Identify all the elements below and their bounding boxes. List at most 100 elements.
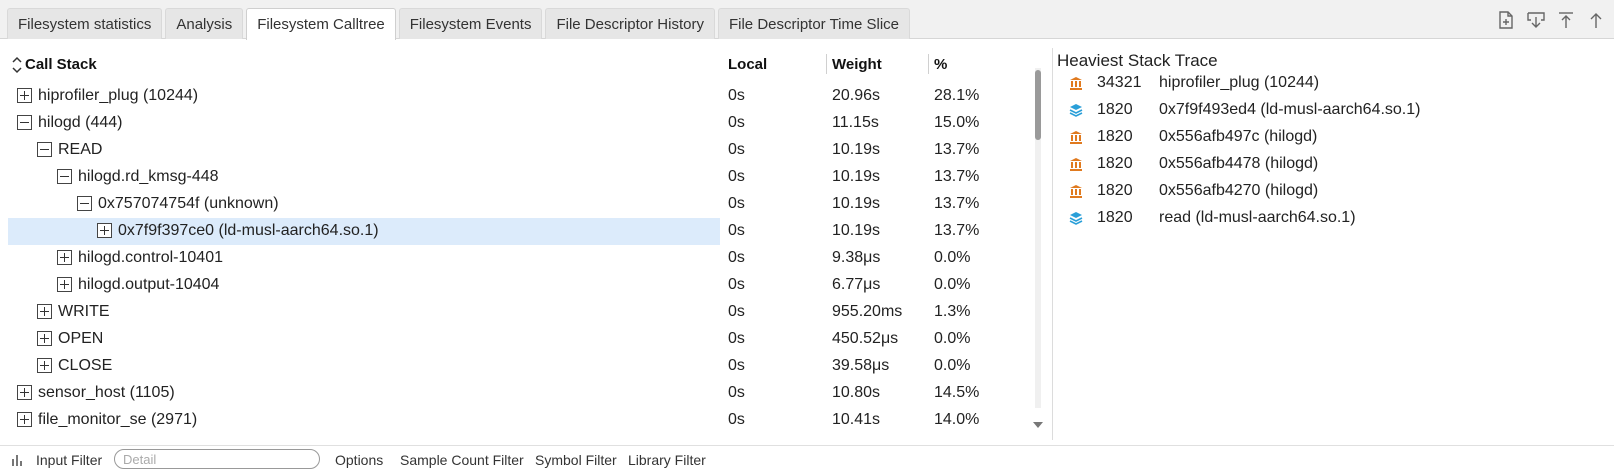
- call-stack-cell[interactable]: hilogd.rd_kmsg-448: [8, 164, 720, 191]
- calltree-header: Call Stack Local Weight %: [0, 48, 1030, 80]
- column-divider[interactable]: [826, 54, 827, 74]
- tab-analysis[interactable]: Analysis: [165, 8, 244, 39]
- percent-cell: 14.5%: [934, 384, 980, 401]
- expand-toggle-icon[interactable]: [57, 250, 72, 265]
- column-divider[interactable]: [928, 54, 929, 74]
- stack-frame-name: read (ld-musl-aarch64.so.1): [1159, 209, 1356, 226]
- export-file-icon[interactable]: [1496, 10, 1516, 30]
- call-stack-cell[interactable]: hiprofiler_plug (10244): [8, 83, 720, 110]
- collapse-toggle-icon[interactable]: [37, 142, 52, 157]
- weight-cell: 10.19s: [832, 222, 881, 239]
- detail-filter-input[interactable]: [114, 449, 320, 469]
- sample-count: 1820: [1097, 182, 1133, 199]
- table-row[interactable]: WRITE 0s 955.20ms 1.3%: [0, 299, 1030, 326]
- call-stack-cell[interactable]: hilogd.control-10401: [8, 245, 720, 272]
- expand-toggle-icon[interactable]: [17, 412, 32, 427]
- list-item[interactable]: 1820 0x7f9f493ed4 (ld-musl-aarch64.so.1): [1065, 97, 1605, 124]
- sample-count: 1820: [1097, 155, 1133, 172]
- calltree-panel: Call Stack Local Weight % hiprofiler_plu…: [0, 48, 1048, 440]
- table-row[interactable]: 0x757074754f (unknown) 0s 10.19s 13.7%: [0, 191, 1030, 218]
- expand-toggle-icon[interactable]: [37, 304, 52, 319]
- options-button[interactable]: Options: [335, 452, 383, 468]
- collapse-toggle-icon[interactable]: [57, 169, 72, 184]
- call-stack-cell[interactable]: sensor_host (1105): [8, 380, 720, 407]
- sort-icon[interactable]: [12, 56, 22, 74]
- tab-file-descriptor-time-slice[interactable]: File Descriptor Time Slice: [717, 8, 911, 39]
- local-cell: 0s: [728, 276, 745, 293]
- call-stack-cell[interactable]: OPEN: [8, 326, 720, 353]
- list-item[interactable]: 34321 hiprofiler_plug (10244): [1065, 70, 1605, 97]
- table-row[interactable]: hilogd.rd_kmsg-448 0s 10.19s 13.7%: [0, 164, 1030, 191]
- call-stack-cell[interactable]: WRITE: [8, 299, 720, 326]
- column-local[interactable]: Local: [728, 56, 767, 73]
- stack-frame-name: 0x556afb4478 (hilogd): [1159, 155, 1319, 172]
- panel-divider[interactable]: [1052, 48, 1053, 440]
- expand-toggle-icon[interactable]: [17, 88, 32, 103]
- tab-filesystem-statistics[interactable]: Filesystem statistics: [7, 8, 163, 39]
- tab-filesystem-events[interactable]: Filesystem Events: [398, 8, 543, 39]
- library-icon: [1069, 211, 1083, 225]
- scroll-down-arrow[interactable]: [1033, 422, 1043, 428]
- table-row[interactable]: file_monitor_se (2971) 0s 10.41s 14.0%: [0, 407, 1030, 434]
- sample-count-filter-button[interactable]: Sample Count Filter: [400, 452, 524, 468]
- symbol-filter-button[interactable]: Symbol Filter: [535, 452, 617, 468]
- move-top-icon[interactable]: [1556, 10, 1576, 30]
- call-stack-cell[interactable]: 0x757074754f (unknown): [8, 191, 720, 218]
- table-row[interactable]: CLOSE 0s 39.58μs 0.0%: [0, 353, 1030, 380]
- column-call-stack[interactable]: Call Stack: [25, 56, 97, 73]
- weight-cell: 10.19s: [832, 195, 881, 212]
- table-row[interactable]: READ 0s 10.19s 13.7%: [0, 137, 1030, 164]
- table-row[interactable]: hilogd.output-10404 0s 6.77μs 0.0%: [0, 272, 1030, 299]
- weight-cell: 9.38μs: [832, 249, 881, 266]
- download-icon[interactable]: [1526, 10, 1546, 30]
- weight-cell: 11.15s: [832, 114, 879, 131]
- call-stack-cell[interactable]: hilogd.output-10404: [8, 272, 720, 299]
- vertical-scrollbar[interactable]: [1032, 48, 1044, 440]
- tab-toolbar: [1496, 10, 1606, 30]
- table-row[interactable]: hiprofiler_plug (10244) 0s 20.96s 28.1%: [0, 83, 1030, 110]
- stack-frame-name: hiprofiler_plug (10244): [1159, 74, 1320, 91]
- local-cell: 0s: [728, 303, 745, 320]
- table-row[interactable]: 0x7f9f397ce0 (ld-musl-aarch64.so.1) 0s 10.…: [0, 218, 1030, 245]
- expand-toggle-icon[interactable]: [37, 331, 52, 346]
- call-stack-cell[interactable]: file_monitor_se (2971): [8, 407, 720, 434]
- expand-toggle-icon[interactable]: [37, 358, 52, 373]
- percent-cell: 1.3%: [934, 303, 971, 320]
- call-stack-cell[interactable]: CLOSE: [8, 353, 720, 380]
- column-percent[interactable]: %: [934, 56, 947, 73]
- list-item[interactable]: 1820 read (ld-musl-aarch64.so.1): [1065, 205, 1605, 232]
- list-item[interactable]: 1820 0x556afb497c (hilogd): [1065, 124, 1605, 151]
- call-stack-cell[interactable]: READ: [8, 137, 720, 164]
- table-row[interactable]: OPEN 0s 450.52μs 0.0%: [0, 326, 1030, 353]
- expand-toggle-icon[interactable]: [17, 385, 32, 400]
- table-row[interactable]: hilogd (444) 0s 11.15s 15.0%: [0, 110, 1030, 137]
- expand-toggle-icon[interactable]: [97, 223, 112, 238]
- expand-toggle-icon[interactable]: [57, 277, 72, 292]
- column-weight[interactable]: Weight: [832, 56, 882, 73]
- scrollbar-thumb[interactable]: [1035, 70, 1041, 140]
- thread-icon: [1069, 157, 1083, 171]
- collapse-toggle-icon[interactable]: [17, 115, 32, 130]
- weight-cell: 955.20ms: [832, 303, 903, 320]
- table-row[interactable]: hilogd.control-10401 0s 9.38μs 0.0%: [0, 245, 1030, 272]
- library-filter-button[interactable]: Library Filter: [628, 452, 706, 468]
- list-item[interactable]: 1820 0x556afb4478 (hilogd): [1065, 151, 1605, 178]
- call-stack-name: WRITE: [58, 303, 110, 320]
- call-stack-cell[interactable]: 0x7f9f397ce0 (ld-musl-aarch64.so.1): [8, 218, 720, 245]
- sample-count: 1820: [1097, 101, 1133, 118]
- list-item[interactable]: 1820 0x556afb4270 (hilogd): [1065, 178, 1605, 205]
- sample-count: 1820: [1097, 209, 1133, 226]
- tab-file-descriptor-history[interactable]: File Descriptor History: [545, 8, 715, 39]
- calltree-rows: hiprofiler_plug (10244) 0s 20.96s 28.1% hilo…: [0, 83, 1030, 434]
- call-stack-name: hilogd.rd_kmsg-448: [78, 168, 219, 185]
- call-stack-cell[interactable]: hilogd (444): [8, 110, 720, 137]
- bar-chart-icon: [12, 455, 22, 466]
- thread-icon: [1069, 76, 1083, 90]
- weight-cell: 10.19s: [832, 141, 881, 158]
- collapse-toggle-icon[interactable]: [77, 196, 92, 211]
- collapse-up-icon[interactable]: [1586, 10, 1606, 30]
- tab-filesystem-calltree[interactable]: Filesystem Calltree: [246, 8, 396, 40]
- table-row[interactable]: sensor_host (1105) 0s 10.80s 14.5%: [0, 380, 1030, 407]
- local-cell: 0s: [728, 384, 745, 401]
- local-cell: 0s: [728, 222, 745, 239]
